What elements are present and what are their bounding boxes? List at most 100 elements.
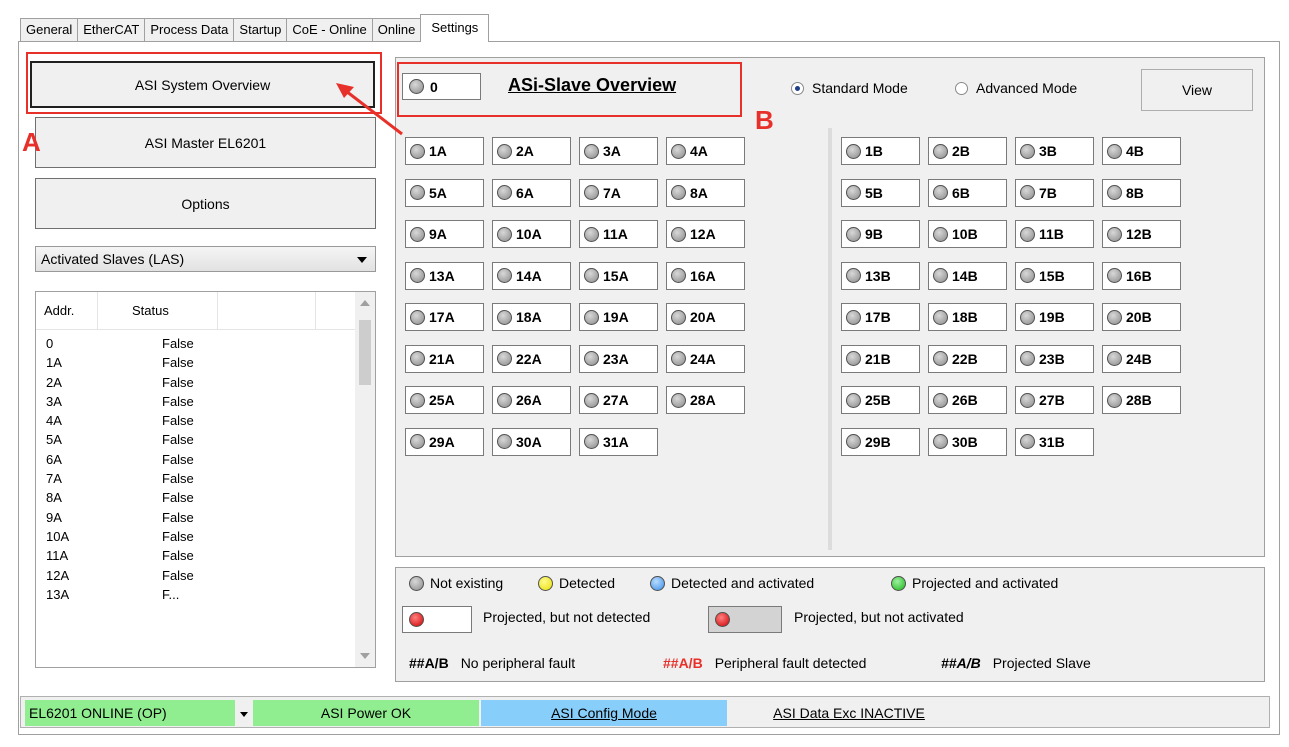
slave-12A-button[interactable]: 12A [666, 220, 745, 248]
tab-coe-online[interactable]: CoE - Online [286, 18, 373, 42]
list-item[interactable]: 8A False [36, 488, 356, 507]
tab-settings[interactable]: Settings [420, 14, 490, 42]
tab-online[interactable]: Online [371, 18, 422, 42]
slave-19B-button[interactable]: 19B [1015, 303, 1094, 331]
slave-10A-button[interactable]: 10A [492, 220, 571, 248]
slave-18A-button[interactable]: 18A [492, 303, 571, 331]
slave-14A-button[interactable]: 14A [492, 261, 571, 290]
slave-4B-button[interactable]: 4B [1102, 137, 1181, 165]
slave-30A-button[interactable]: 30A [492, 427, 571, 456]
tab-ethercat[interactable]: EtherCAT [77, 18, 146, 42]
slave-3B-button[interactable]: 3B [1015, 137, 1094, 165]
column-header-addr[interactable]: Addr. [36, 292, 98, 329]
scroll-up-icon[interactable] [360, 300, 370, 306]
slave-15A-button[interactable]: 15A [579, 261, 658, 290]
slave-27A-button[interactable]: 27A [579, 386, 658, 414]
slave-22B-button[interactable]: 22B [928, 344, 1007, 373]
slave-3A-button[interactable]: 3A [579, 137, 658, 165]
slave-26B-button[interactable]: 26B [928, 386, 1007, 414]
list-item[interactable]: 4A False [36, 411, 356, 430]
slave-2A-button[interactable]: 2A [492, 137, 571, 165]
slave-6A-button[interactable]: 6A [492, 178, 571, 207]
list-item[interactable]: 5A False [36, 430, 356, 449]
view-button[interactable]: View [1141, 69, 1253, 111]
slave-25A-button[interactable]: 25A [405, 386, 484, 414]
slave-29B-button[interactable]: 29B [841, 427, 920, 456]
slave-2B-button[interactable]: 2B [928, 137, 1007, 165]
list-item[interactable]: 10A False [36, 527, 356, 546]
slave-19A-button[interactable]: 19A [579, 303, 658, 331]
slave-21A-button[interactable]: 21A [405, 344, 484, 373]
slave-20B-button[interactable]: 20B [1102, 303, 1181, 331]
list-item[interactable]: 3A False [36, 392, 356, 411]
slave-18B-button[interactable]: 18B [928, 303, 1007, 331]
slave-9A-button[interactable]: 9A [405, 220, 484, 248]
slave-25B-button[interactable]: 25B [841, 386, 920, 414]
slave-6B-button[interactable]: 6B [928, 178, 1007, 207]
slave-28A-button[interactable]: 28A [666, 386, 745, 414]
slave-24B-button[interactable]: 24B [1102, 344, 1181, 373]
slave-7B-button[interactable]: 7B [1015, 178, 1094, 207]
tab-general[interactable]: General [20, 18, 79, 42]
slave-8B-button[interactable]: 8B [1102, 178, 1181, 207]
slave-22A-button[interactable]: 22A [492, 344, 571, 373]
slave-label: 9B [865, 226, 883, 242]
online-dropdown[interactable] [235, 700, 253, 726]
slave-14B-button[interactable]: 14B [928, 261, 1007, 290]
list-item[interactable]: 11A False [36, 546, 356, 565]
list-item[interactable]: 12A False [36, 566, 356, 585]
list-scrollbar[interactable] [355, 292, 375, 667]
slave-28B-button[interactable]: 28B [1102, 386, 1181, 414]
scrollbar-thumb[interactable] [359, 320, 371, 385]
asi-master-button[interactable]: ASI Master EL6201 [35, 117, 376, 168]
slave-9B-button[interactable]: 9B [841, 220, 920, 248]
slave-31A-button[interactable]: 31A [579, 427, 658, 456]
slave-11B-button[interactable]: 11B [1015, 220, 1094, 248]
slave-27B-button[interactable]: 27B [1015, 386, 1094, 414]
standard-mode-radio[interactable]: Standard Mode [791, 80, 908, 96]
slave-15B-button[interactable]: 15B [1015, 261, 1094, 290]
tab-startup[interactable]: Startup [233, 18, 288, 42]
list-item[interactable]: 9A False [36, 508, 356, 527]
slave-7A-button[interactable]: 7A [579, 178, 658, 207]
config-mode-link[interactable]: ASI Config Mode [481, 700, 727, 726]
slave-11A-button[interactable]: 11A [579, 220, 658, 248]
slave-16B-button[interactable]: 16B [1102, 261, 1181, 290]
slave-26A-button[interactable]: 26A [492, 386, 571, 414]
list-item[interactable]: 13A F... [36, 585, 356, 604]
slave-23B-button[interactable]: 23B [1015, 344, 1094, 373]
slave-8A-button[interactable]: 8A [666, 178, 745, 207]
slave-16A-button[interactable]: 16A [666, 261, 745, 290]
slave-5A-button[interactable]: 5A [405, 178, 484, 207]
slave-20A-button[interactable]: 20A [666, 303, 745, 331]
slave-23A-button[interactable]: 23A [579, 344, 658, 373]
slave-21B-button[interactable]: 21B [841, 344, 920, 373]
slave-10B-button[interactable]: 10B [928, 220, 1007, 248]
list-item[interactable]: 0 False [36, 334, 356, 353]
slave-5B-button[interactable]: 5B [841, 178, 920, 207]
slave-31B-button[interactable]: 31B [1015, 427, 1094, 456]
slave-17B-button[interactable]: 17B [841, 303, 920, 331]
data-exc-link[interactable]: ASI Data Exc INACTIVE [729, 700, 969, 726]
slave-17A-button[interactable]: 17A [405, 303, 484, 331]
slave-4A-button[interactable]: 4A [666, 137, 745, 165]
slave-12B-button[interactable]: 12B [1102, 220, 1181, 248]
slave-status-list[interactable]: Addr. Status 0 False 1A False 2A False 3A Fa… [35, 291, 376, 668]
list-item[interactable]: 1A False [36, 353, 356, 372]
list-item[interactable]: 7A False [36, 469, 356, 488]
tab-process-data[interactable]: Process Data [144, 18, 235, 42]
slave-30B-button[interactable]: 30B [928, 427, 1007, 456]
slave-1B-button[interactable]: 1B [841, 137, 920, 165]
list-item[interactable]: 6A False [36, 450, 356, 469]
column-header-status[interactable]: Status [98, 292, 218, 329]
slave-29A-button[interactable]: 29A [405, 427, 484, 456]
slave-13A-button[interactable]: 13A [405, 261, 484, 290]
options-button[interactable]: Options [35, 178, 376, 229]
list-item[interactable]: 2A False [36, 373, 356, 392]
slave-24A-button[interactable]: 24A [666, 344, 745, 373]
slave-13B-button[interactable]: 13B [841, 261, 920, 290]
advanced-mode-radio[interactable]: Advanced Mode [955, 80, 1077, 96]
slave-1A-button[interactable]: 1A [405, 137, 484, 165]
slave-list-select[interactable]: Activated Slaves (LAS) [35, 246, 376, 272]
scroll-down-icon[interactable] [360, 653, 370, 659]
